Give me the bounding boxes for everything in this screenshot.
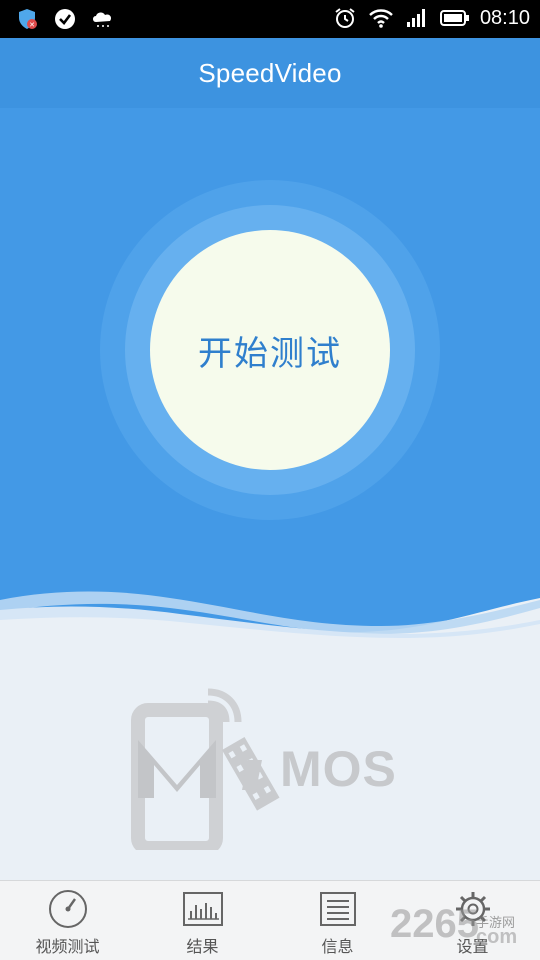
- svg-text:✕: ✕: [29, 21, 35, 29]
- app-title: SpeedVideo: [198, 58, 342, 88]
- start-test-button[interactable]: 开始测试: [150, 230, 390, 470]
- tab-label: 信息: [321, 937, 354, 956]
- tab-video-test[interactable]: 视频测试: [0, 881, 135, 960]
- tab-results[interactable]: 结果: [135, 881, 270, 960]
- mymos-logo: MOS: [130, 680, 420, 855]
- wave-divider: [0, 560, 540, 670]
- bar-chart-icon: [181, 889, 225, 929]
- site-watermark: 2265 手游网 com: [390, 898, 540, 952]
- alarm-icon: [332, 5, 358, 31]
- shield-badge-icon: ✕: [14, 6, 40, 32]
- tab-info[interactable]: 信息: [270, 881, 405, 960]
- document-icon: [316, 889, 360, 929]
- status-time: 08:10: [479, 6, 530, 29]
- status-bar: ✕ 08:10: [0, 0, 540, 38]
- status-right-icons: 08:10: [332, 5, 530, 31]
- cloud-icon: [90, 6, 116, 32]
- signal-icon: [404, 5, 430, 31]
- tab-label: 视频测试: [35, 937, 100, 956]
- wifi-icon: [368, 5, 394, 31]
- start-test-label: 开始测试: [198, 333, 342, 374]
- battery-icon: [439, 5, 470, 31]
- watermark-number: 2265: [390, 902, 479, 946]
- tab-label: 结果: [186, 937, 219, 956]
- watermark-domain: com: [476, 926, 518, 948]
- speedometer-icon: [46, 889, 90, 929]
- logo-text: MOS: [280, 741, 397, 797]
- check-circle-icon: [52, 6, 78, 32]
- app-header: SpeedVideo: [0, 38, 540, 108]
- status-left-icons: ✕: [14, 6, 116, 32]
